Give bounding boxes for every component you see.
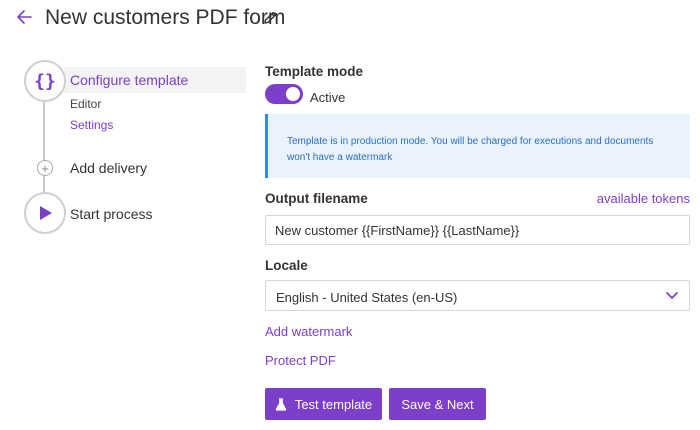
test-template-label: Test template	[294, 396, 373, 412]
flask-icon	[275, 397, 287, 411]
process-stepper: {} Configure template Editor Settings + …	[0, 58, 250, 238]
save-next-label: Save & Next	[401, 396, 474, 412]
production-mode-info: Template is in production mode. You will…	[265, 114, 690, 178]
template-mode-label: Template mode	[265, 64, 364, 79]
output-filename-input[interactable]	[265, 215, 690, 245]
step-start-process-label[interactable]: Start process	[70, 206, 152, 222]
page-title: New customers PDF form	[45, 6, 286, 29]
locale-label: Locale	[265, 258, 308, 273]
arrow-left-icon[interactable]	[14, 6, 36, 28]
step-add-delivery-label[interactable]: Add delivery	[70, 160, 147, 176]
sub-item-settings[interactable]: Settings	[70, 118, 113, 132]
play-icon	[40, 206, 52, 220]
info-text: Template is in production mode. You will…	[287, 136, 654, 163]
template-mode-toggle[interactable]	[265, 84, 303, 104]
toggle-knob	[286, 87, 300, 101]
locale-select[interactable]: English - United States (en-US)	[265, 280, 690, 311]
pencil-icon[interactable]	[262, 10, 278, 26]
protect-pdf-link[interactable]: Protect PDF	[265, 353, 336, 368]
available-tokens-link[interactable]: available tokens	[597, 191, 690, 206]
toggle-status-label: Active	[310, 90, 346, 105]
test-template-button[interactable]: Test template	[265, 388, 382, 420]
step-configure-template-label[interactable]: Configure template	[70, 72, 188, 88]
output-filename-label: Output filename	[265, 191, 368, 206]
step-start-process-circle[interactable]	[24, 192, 66, 234]
sub-item-editor[interactable]: Editor	[70, 97, 101, 111]
save-next-button[interactable]: Save & Next	[389, 388, 486, 420]
chevron-down-icon	[666, 292, 678, 299]
page-header: New customers PDF form	[0, 0, 700, 40]
braces-icon: {}	[34, 70, 56, 92]
locale-selected-value: English - United States (en-US)	[276, 290, 458, 305]
plus-icon[interactable]: +	[37, 160, 53, 176]
add-watermark-link[interactable]: Add watermark	[265, 324, 352, 339]
step-configure-template-circle[interactable]: {}	[24, 60, 66, 102]
